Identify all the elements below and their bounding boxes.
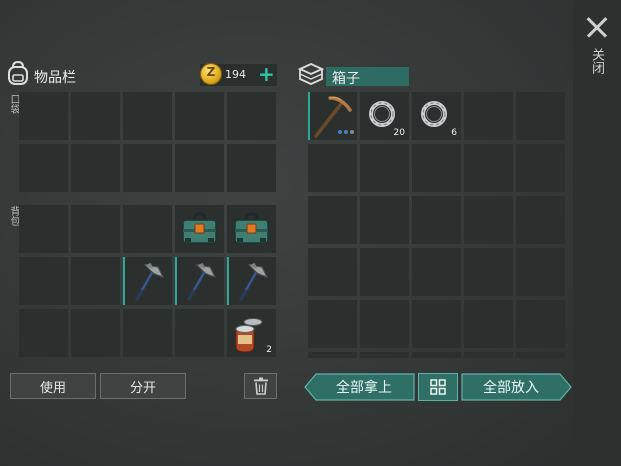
box-icon [298,63,324,85]
box-slot[interactable] [412,248,461,296]
backpack-grid: 2 [19,205,276,357]
item-quantity: 6 [451,128,457,138]
take-all-button[interactable]: 全部拿上 [314,373,414,401]
box-slot[interactable] [308,144,357,192]
hatchet-icon [123,257,172,305]
put-all-button[interactable]: 全部放入 [461,373,561,401]
pocket-slot[interactable] [123,92,172,140]
box-slot[interactable] [360,248,409,296]
box-slot[interactable] [308,248,357,296]
close-icon[interactable] [586,16,608,38]
split-button[interactable]: 分开 [100,373,186,399]
item-quantity: 20 [393,128,405,138]
use-button[interactable]: 使用 [10,373,96,399]
box-slot[interactable] [308,300,357,348]
box-slot[interactable] [464,144,513,192]
inventory-title: 物品栏 [34,70,76,86]
backpack-icon [8,60,28,85]
backpack-slot[interactable] [19,309,68,357]
backpack-slot[interactable] [227,205,276,253]
backpack-slot[interactable] [123,257,172,305]
durability-dots [338,130,354,134]
box-slot[interactable] [464,196,513,244]
backpack-slot[interactable] [123,309,172,357]
sort-button[interactable] [418,373,458,401]
box-slot[interactable] [464,248,513,296]
pocket-slot[interactable] [227,92,276,140]
coin-icon: Z [200,63,222,85]
backpack-slot[interactable] [175,257,224,305]
pocket-slot[interactable] [123,144,172,192]
box-slot[interactable] [412,196,461,244]
backpack-slot[interactable] [19,257,68,305]
pocket-slot[interactable] [175,92,224,140]
backpack-slot[interactable] [71,257,120,305]
coin-symbol: Z [206,65,216,79]
box-slot[interactable]: 20 [360,92,409,140]
box-slot[interactable] [516,92,565,140]
box-grid-viewport[interactable]: 20 6 [308,92,568,358]
box-slot[interactable]: 6 [412,92,461,140]
box-slot[interactable] [464,300,513,348]
pocket-slot[interactable] [227,144,276,192]
backpack-slot[interactable] [123,205,172,253]
close-label[interactable]: 关闭 [588,48,604,74]
box-slot[interactable] [412,144,461,192]
box-slot[interactable] [412,300,461,348]
box-slot[interactable] [516,300,565,348]
item-quantity: 2 [266,345,272,355]
backpack-slot[interactable] [175,309,224,357]
pocket-grid [19,92,276,192]
backpack-slot[interactable] [71,205,120,253]
pocket-label: 口袋 [8,94,19,114]
backpack-slot[interactable]: 2 [227,309,276,357]
box-slot[interactable] [516,248,565,296]
box-slot[interactable] [308,196,357,244]
box-slot[interactable] [464,352,513,358]
hatchet-icon [175,257,224,305]
backpack-slot[interactable] [71,309,120,357]
box-slot[interactable] [308,92,357,140]
backpack-label: 背包 [8,206,19,226]
container-title: 箱子 [332,71,360,87]
box-slot[interactable] [360,144,409,192]
pocket-slot[interactable] [175,144,224,192]
box-slot[interactable] [516,196,565,244]
grid-sort-icon [430,379,446,395]
pocket-slot[interactable] [19,144,68,192]
box-slot[interactable] [412,352,461,358]
box-slot[interactable] [516,352,565,358]
pocket-slot[interactable] [19,92,68,140]
trash-button[interactable] [244,373,277,399]
box-grid: 20 6 [308,92,568,358]
toolbox-icon [175,205,224,253]
toolbox-icon [227,205,276,253]
box-slot[interactable] [360,352,409,358]
backpack-slot[interactable] [227,257,276,305]
box-slot[interactable] [516,144,565,192]
backpack-slot[interactable] [19,205,68,253]
box-slot[interactable] [308,352,357,358]
pocket-slot[interactable] [71,92,120,140]
coin-count: 194 [225,68,246,81]
hatchet-icon [227,257,276,305]
box-slot[interactable] [464,92,513,140]
box-slot[interactable] [360,300,409,348]
backpack-slot[interactable] [175,205,224,253]
pocket-slot[interactable] [71,144,120,192]
add-coins-button[interactable]: + [258,63,275,85]
trash-icon [253,377,268,395]
box-slot[interactable] [360,196,409,244]
